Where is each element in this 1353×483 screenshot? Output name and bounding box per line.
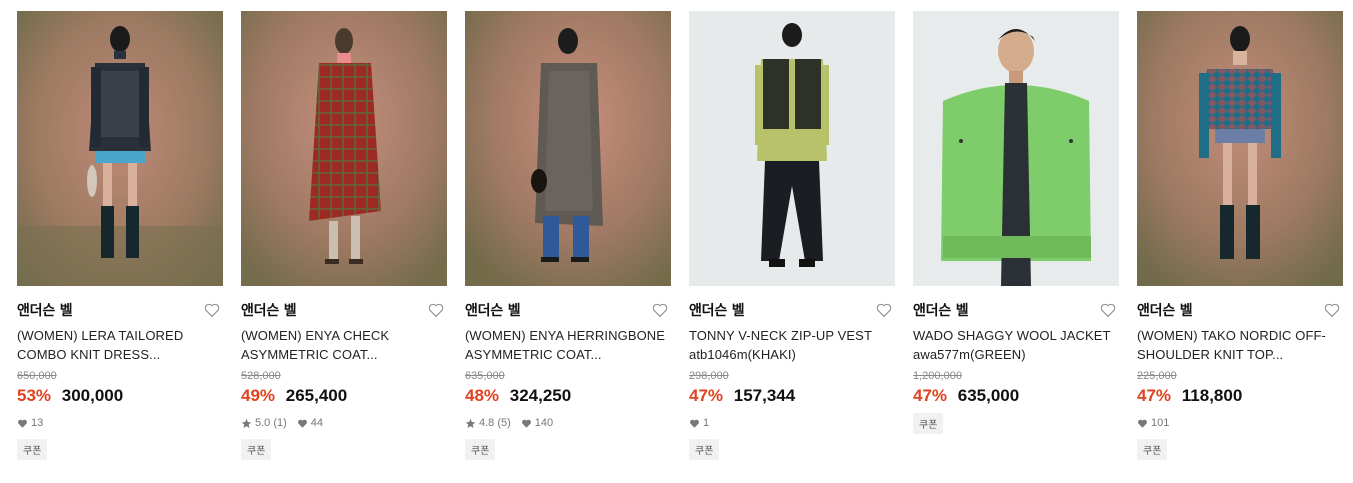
original-price: 298,000 — [689, 370, 729, 382]
discount-rate: 49% — [241, 386, 276, 405]
sale-price: 300,000 — [61, 386, 124, 405]
sale-price: 324,250 — [509, 386, 572, 405]
original-price: 650,000 — [17, 370, 57, 382]
product-stats: 4.8 (5) 140 — [465, 415, 671, 431]
sale-price: 265,400 — [285, 386, 348, 405]
brand-name[interactable]: 앤더슨 벨 — [241, 300, 297, 320]
coupon-badge[interactable]: 쿠폰 — [17, 439, 48, 460]
product-card[interactable]: 앤더슨 벨 (WOMEN) ENYA HERRINGBONE ASYMMETRI… — [465, 11, 671, 471]
sale-price: 157,344 — [733, 386, 796, 405]
discount-rate: 47% — [1137, 386, 1172, 405]
coupon-badge[interactable]: 쿠폰 — [465, 439, 496, 460]
heart-filled-icon — [521, 419, 531, 428]
original-price: 1,200,000 — [913, 370, 962, 382]
product-name[interactable]: (WOMEN) ENYA CHECK ASYMMETRIC COAT... — [241, 326, 447, 364]
product-stats: 5.0 (1) 44 — [241, 415, 447, 431]
brand-name[interactable]: 앤더슨 벨 — [689, 300, 745, 320]
coupon-badge[interactable]: 쿠폰 — [913, 413, 944, 434]
sale-price: 118,800 — [1181, 386, 1243, 405]
product-image[interactable] — [465, 11, 671, 286]
likes-count: 140 — [534, 417, 554, 429]
rating: 4.8 (5) — [479, 417, 511, 429]
product-name[interactable]: (WOMEN) LERA TAILORED COMBO KNIT DRESS..… — [17, 326, 223, 364]
brand-name[interactable]: 앤더슨 벨 — [17, 300, 73, 320]
price-row: 48% 324,250 — [465, 385, 671, 407]
wishlist-heart-icon[interactable] — [203, 301, 221, 319]
wishlist-heart-icon[interactable] — [1099, 301, 1117, 319]
product-card[interactable]: 앤더슨 벨 TONNY V-NECK ZIP-UP VEST atb1046m(… — [689, 11, 895, 471]
coupon-badge[interactable]: 쿠폰 — [1137, 439, 1168, 460]
price-row: 47% 118,800 — [1137, 385, 1343, 407]
product-grid: 앤더슨 벨 (WOMEN) LERA TAILORED COMBO KNIT D… — [0, 0, 1353, 483]
discount-rate: 47% — [689, 386, 724, 405]
likes-count: 13 — [31, 417, 44, 429]
product-image[interactable] — [913, 11, 1119, 286]
original-price: 225,000 — [1137, 370, 1177, 382]
brand-name[interactable]: 앤더슨 벨 — [465, 300, 521, 320]
product-card[interactable]: 앤더슨 벨 WADO SHAGGY WOOL JACKET awa577m(GR… — [913, 11, 1119, 471]
heart-filled-icon — [1138, 419, 1147, 428]
wishlist-heart-icon[interactable] — [651, 301, 669, 319]
price-row: 47% 635,000 — [913, 385, 1119, 407]
product-image[interactable] — [1137, 11, 1343, 286]
discount-rate: 48% — [465, 386, 500, 405]
brand-name[interactable]: 앤더슨 벨 — [1137, 300, 1193, 320]
wishlist-heart-icon[interactable] — [1323, 301, 1341, 319]
product-name[interactable]: WADO SHAGGY WOOL JACKET awa577m(GREEN) — [913, 326, 1119, 364]
original-price: 635,000 — [465, 370, 505, 382]
heart-filled-icon — [18, 419, 27, 428]
product-card[interactable]: 앤더슨 벨 (WOMEN) LERA TAILORED COMBO KNIT D… — [17, 11, 223, 471]
product-card[interactable]: 앤더슨 벨 (WOMEN) TAKO NORDIC OFF- SHOULDER … — [1137, 11, 1343, 471]
product-name[interactable]: (WOMEN) ENYA HERRINGBONE ASYMMETRIC COAT… — [465, 326, 671, 364]
sale-price: 635,000 — [957, 386, 1020, 405]
price-row: 53% 300,000 — [17, 385, 223, 407]
product-image[interactable] — [17, 11, 223, 286]
likes-count: 1 — [703, 417, 710, 429]
star-icon — [241, 418, 252, 428]
coupon-badge[interactable]: 쿠폰 — [241, 439, 272, 460]
product-stats: 13 — [17, 415, 223, 431]
price-row: 49% 265,400 — [241, 385, 447, 407]
product-name[interactable]: (WOMEN) TAKO NORDIC OFF- SHOULDER KNIT T… — [1137, 326, 1343, 364]
product-stats: 1 — [689, 415, 895, 431]
product-name[interactable]: TONNY V-NECK ZIP-UP VEST atb1046m(KHAKI) — [689, 326, 895, 364]
star-icon — [465, 418, 476, 428]
price-row: 47% 157,344 — [689, 385, 895, 407]
wishlist-heart-icon[interactable] — [875, 301, 893, 319]
product-stats: 101 — [1137, 415, 1343, 431]
product-image[interactable] — [241, 11, 447, 286]
rating: 5.0 (1) — [255, 417, 287, 429]
heart-filled-icon — [690, 419, 699, 428]
product-card[interactable]: 앤더슨 벨 (WOMEN) ENYA CHECK ASYMMETRIC COAT… — [241, 11, 447, 471]
likes-count: 44 — [310, 417, 324, 429]
likes-count: 101 — [1151, 417, 1170, 429]
original-price: 528,000 — [241, 370, 281, 382]
discount-rate: 47% — [913, 386, 948, 405]
brand-name[interactable]: 앤더슨 벨 — [913, 300, 969, 320]
discount-rate: 53% — [17, 386, 52, 405]
wishlist-heart-icon[interactable] — [427, 301, 445, 319]
product-image[interactable] — [689, 11, 895, 286]
coupon-badge[interactable]: 쿠폰 — [689, 439, 720, 460]
heart-filled-icon — [297, 419, 307, 428]
